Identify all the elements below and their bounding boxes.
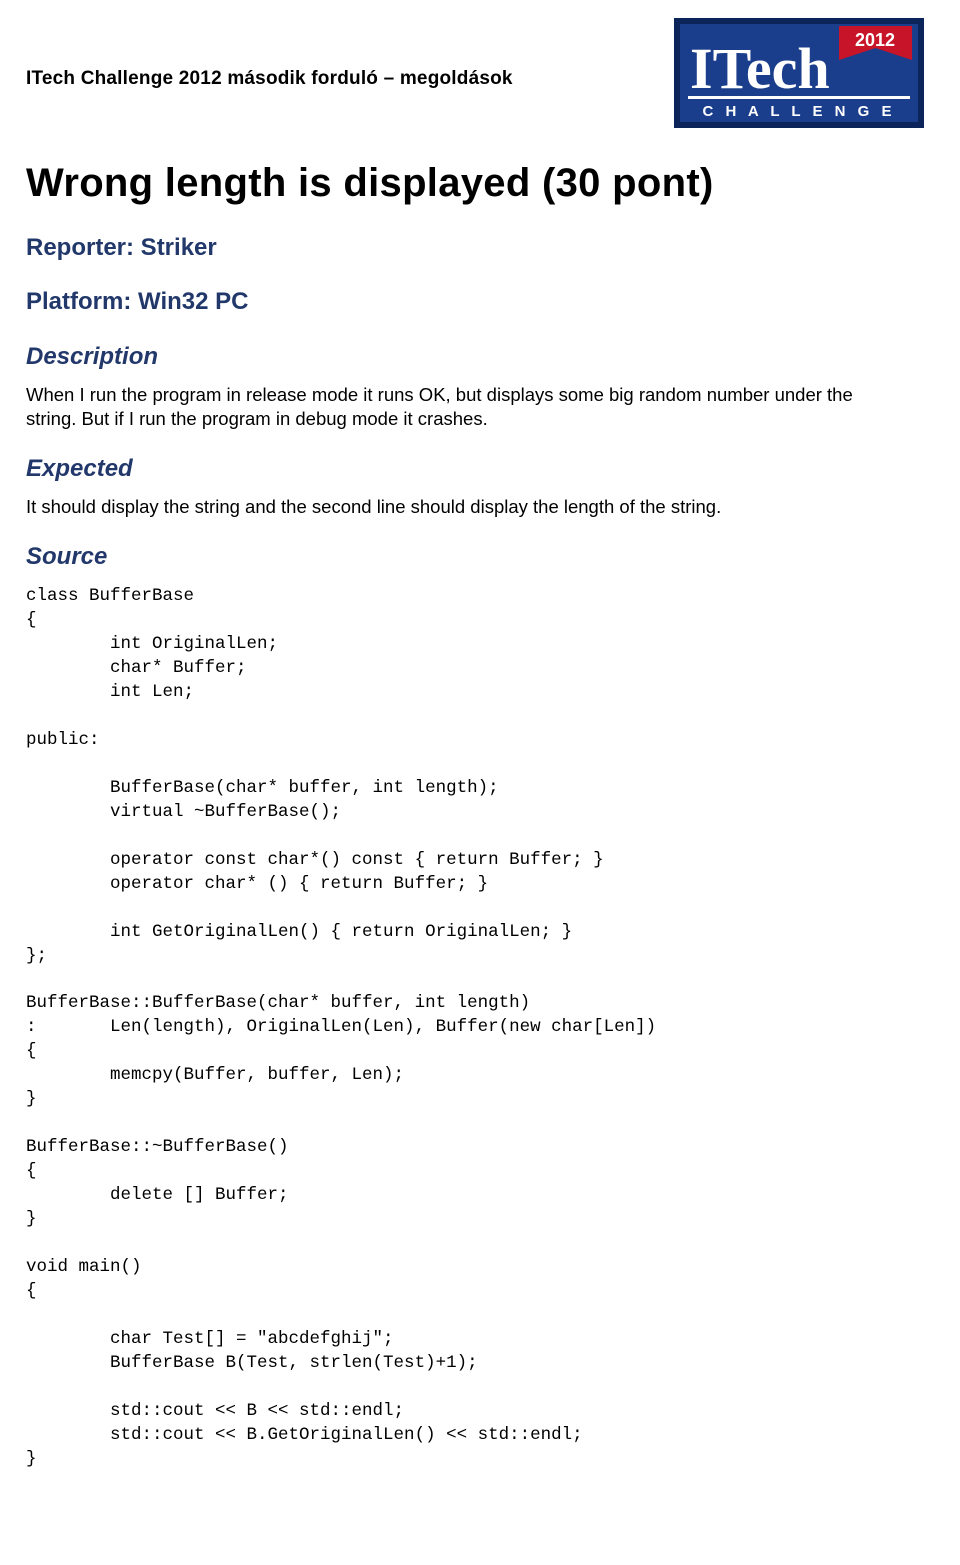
logo-brand-1: ITech (690, 36, 830, 101)
problem-title: Wrong length is displayed (30 pont) (26, 156, 900, 210)
description-body: When I run the program in release mode i… (26, 383, 900, 430)
itech-logo: 2012 ITech C H A L L E N G E (674, 18, 924, 128)
page-header: ITech Challenge 2012 második forduló – m… (26, 54, 900, 128)
description-heading: Description (26, 341, 900, 373)
logo-brand-2: C H A L L E N G E (702, 103, 895, 120)
platform-heading: Platform: Win32 PC (26, 286, 900, 318)
header-title: ITech Challenge 2012 második forduló – m… (26, 66, 513, 92)
source-code: class BufferBase { int OriginalLen; char… (26, 585, 900, 1472)
page: ITech Challenge 2012 második forduló – m… (0, 0, 960, 1565)
expected-heading: Expected (26, 453, 900, 485)
logo-year: 2012 (855, 30, 895, 50)
source-heading: Source (26, 541, 900, 573)
expected-body: It should display the string and the sec… (26, 495, 900, 519)
reporter-heading: Reporter: Striker (26, 232, 900, 264)
